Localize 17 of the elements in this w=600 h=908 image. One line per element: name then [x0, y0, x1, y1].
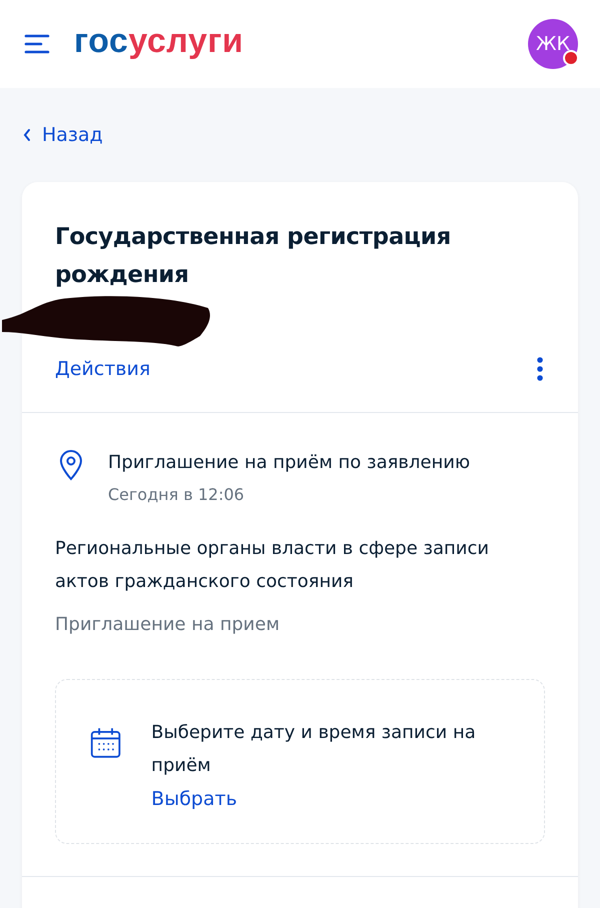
- booking-text: Выберите дату и время записи на приём: [151, 721, 477, 778]
- organization-text: Региональные органы власти в сфере записи актов гражданского состояния: [55, 537, 490, 594]
- logo-text: услуги: [128, 22, 244, 60]
- location-pin-icon: [58, 449, 84, 481]
- chevron-left-icon: [22, 128, 32, 142]
- menu-icon[interactable]: [24, 33, 50, 55]
- back-link[interactable]: Назад: [22, 124, 103, 146]
- choose-link[interactable]: Выбрать: [151, 788, 510, 810]
- calendar-icon: [90, 726, 122, 760]
- logo-text: гос: [74, 22, 128, 60]
- actions-link[interactable]: Действия: [55, 358, 150, 380]
- event-time: Сегодня в 12:06: [108, 485, 246, 504]
- more-icon[interactable]: [536, 357, 544, 381]
- event-type: Приглашение на прием: [55, 614, 281, 635]
- user-avatar[interactable]: ЖК: [528, 19, 578, 69]
- event-title: Приглашение на приём по заявлению: [108, 451, 470, 475]
- card-title: Государственная регистрация рождения: [55, 223, 452, 290]
